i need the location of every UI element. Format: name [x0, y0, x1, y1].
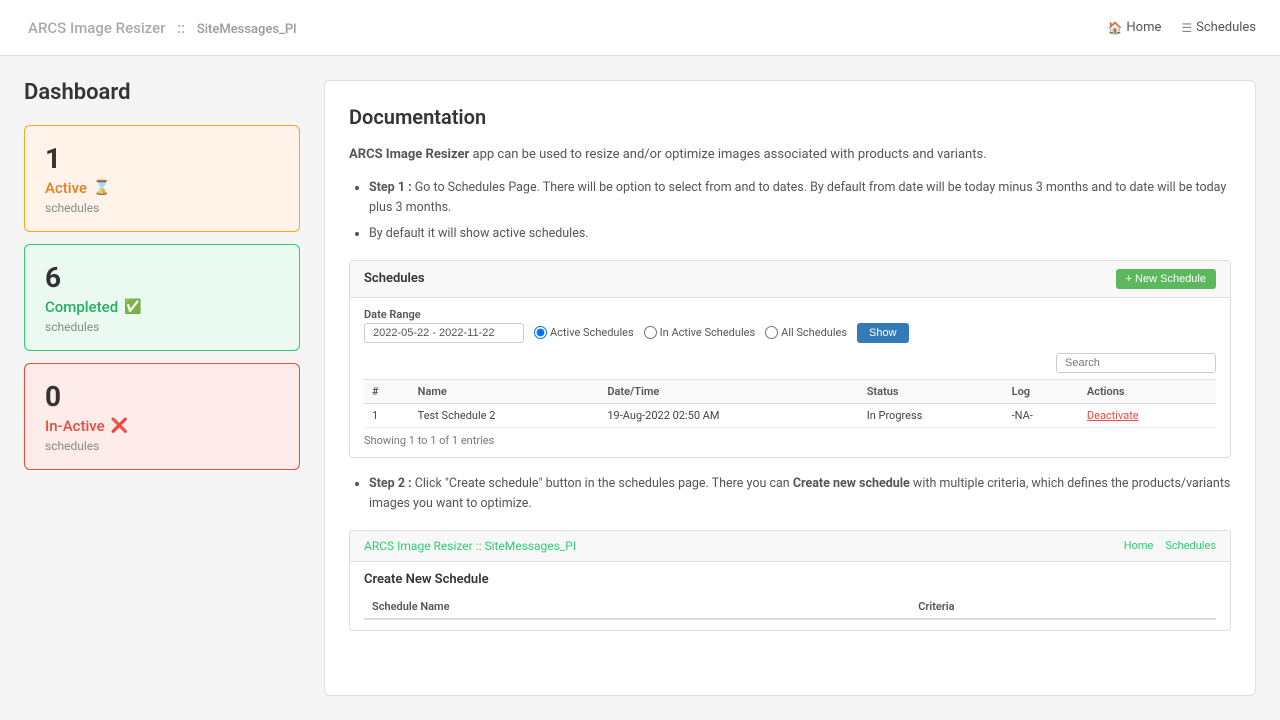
brand-subtitle: SiteMessages_Pl: [197, 22, 297, 37]
home-icon: 🏠: [1107, 21, 1122, 35]
active-label: Active ⌛: [45, 179, 279, 197]
inactive-label: In-Active ❌: [45, 417, 279, 435]
radio-all[interactable]: All Schedules: [765, 326, 847, 339]
col-datetime: Date/Time: [599, 379, 858, 403]
deactivate-link[interactable]: Deactivate: [1087, 409, 1139, 422]
completed-count: 6: [45, 261, 279, 294]
create-col-name: Schedule Name: [364, 595, 910, 619]
new-schedule-button[interactable]: + New Schedule: [1116, 269, 1216, 289]
create-nav-schedules: Schedules: [1165, 539, 1216, 552]
col-actions: Actions: [1079, 379, 1216, 403]
brand-logo: ARCS Image Resizer :: SiteMessages_Pl: [24, 19, 301, 37]
inactive-label-text: In-Active: [45, 417, 105, 435]
completed-label-text: Completed: [45, 298, 118, 316]
create-col-criteria: Criteria: [910, 595, 1216, 619]
radio-group: Active Schedules In Active Schedules All…: [534, 326, 847, 339]
col-status: Status: [859, 379, 1004, 403]
create-schedule-table: Schedule Name Criteria: [364, 595, 1216, 620]
inactive-count: 0: [45, 380, 279, 413]
doc-step2-list: Step 2 : Click "Create schedule" button …: [349, 474, 1231, 514]
cell-action: Deactivate: [1079, 403, 1216, 427]
screenshot-header: Schedules + New Schedule: [350, 261, 1230, 298]
doc-step-2: Step 2 : Click "Create schedule" button …: [369, 474, 1231, 514]
create-brand-name: ARCS Image Resizer :: SiteMessages_PI: [364, 539, 576, 553]
nav-home-label: Home: [1126, 20, 1161, 35]
doc-steps-list: Step 1 : Go to Schedules Page. There wil…: [349, 178, 1231, 244]
cell-status: In Progress: [859, 403, 1004, 427]
active-sub: schedules: [45, 201, 279, 215]
active-count: 1: [45, 142, 279, 175]
showing-text: Showing 1 to 1 of 1 entries: [364, 434, 1216, 447]
hourglass-icon: ⌛: [93, 180, 110, 196]
nav-schedules-label: Schedules: [1196, 20, 1256, 35]
dashboard-title: Dashboard: [24, 80, 300, 105]
create-schedule-title: Create New Schedule: [364, 572, 1216, 587]
col-name: Name: [410, 379, 600, 403]
radio-inactive[interactable]: In Active Schedules: [644, 326, 755, 339]
header-navigation: 🏠 Home ☰ Schedules: [1107, 20, 1256, 35]
documentation-panel: Documentation ARCS Image Resizer app can…: [324, 80, 1256, 696]
schedules-icon: ☰: [1181, 21, 1192, 35]
active-label-text: Active: [45, 179, 87, 197]
search-row: [364, 353, 1216, 373]
create-nav-home: Home: [1124, 539, 1154, 552]
app-header: ARCS Image Resizer :: SiteMessages_Pl 🏠 …: [0, 0, 1280, 56]
filter-row: Active Schedules In Active Schedules All…: [364, 323, 1216, 343]
date-range-input[interactable]: [364, 323, 524, 343]
doc-title: Documentation: [349, 105, 1231, 129]
screenshot-schedules-title: Schedules: [364, 271, 425, 286]
dashboard-sidebar: Dashboard 1 Active ⌛ schedules 6 Complet…: [24, 80, 324, 696]
schedules-screenshot: Schedules + New Schedule Date Range Acti…: [349, 260, 1231, 458]
col-num: #: [364, 379, 410, 403]
create-schedule-body: Create New Schedule Schedule Name Criter…: [350, 562, 1230, 630]
col-log: Log: [1004, 379, 1079, 403]
radio-active[interactable]: Active Schedules: [534, 326, 634, 339]
create-schedule-screenshot: ARCS Image Resizer :: SiteMessages_PI Ho…: [349, 530, 1231, 631]
doc-step-1-note: By default it will show active schedules…: [369, 224, 1231, 244]
cell-num: 1: [364, 403, 410, 427]
stat-card-inactive[interactable]: 0 In-Active ❌ schedules: [24, 363, 300, 470]
nav-home[interactable]: 🏠 Home: [1107, 20, 1161, 35]
doc-intro: ARCS Image Resizer app can be used to re…: [349, 145, 1231, 166]
stat-card-active[interactable]: 1 Active ⌛ schedules: [24, 125, 300, 232]
brand-separator: ::: [177, 19, 185, 37]
cell-log: -NA-: [1004, 403, 1079, 427]
doc-step-1: Step 1 : Go to Schedules Page. There wil…: [369, 178, 1231, 218]
completed-sub: schedules: [45, 320, 279, 334]
brand-name: ARCS Image Resizer: [28, 19, 165, 37]
screenshot-body: Date Range Active Schedules In Active Sc…: [350, 298, 1230, 457]
cell-name: Test Schedule 2: [410, 403, 600, 427]
date-range-label: Date Range: [364, 308, 1216, 321]
main-content: Dashboard 1 Active ⌛ schedules 6 Complet…: [0, 56, 1280, 720]
x-circle-icon: ❌: [111, 418, 128, 434]
completed-label: Completed ✅: [45, 298, 279, 316]
create-brand: ARCS Image Resizer :: SiteMessages_PI: [364, 539, 576, 553]
show-button[interactable]: Show: [857, 323, 909, 343]
search-input[interactable]: [1056, 353, 1216, 373]
nav-schedules[interactable]: ☰ Schedules: [1181, 20, 1256, 35]
create-table-header: Schedule Name Criteria: [364, 595, 1216, 619]
cell-datetime: 19-Aug-2022 02:50 AM: [599, 403, 858, 427]
table-header-row: # Name Date/Time Status Log Actions: [364, 379, 1216, 403]
doc-app-name: ARCS Image Resizer: [349, 147, 469, 162]
create-nav: Home Schedules: [1124, 539, 1216, 552]
stat-card-completed[interactable]: 6 Completed ✅ schedules: [24, 244, 300, 351]
inactive-sub: schedules: [45, 439, 279, 453]
check-circle-icon: ✅: [124, 299, 141, 315]
table-row: 1 Test Schedule 2 19-Aug-2022 02:50 AM I…: [364, 403, 1216, 427]
schedules-table: # Name Date/Time Status Log Actions 1 Te…: [364, 379, 1216, 428]
create-schedule-header: ARCS Image Resizer :: SiteMessages_PI Ho…: [350, 531, 1230, 562]
